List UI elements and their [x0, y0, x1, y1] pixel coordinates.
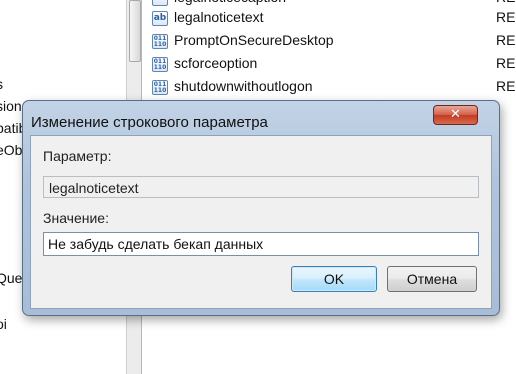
value-type: REG_: [496, 32, 516, 48]
param-label: Параметр:: [43, 148, 112, 164]
binary-value-icon: 011 110: [152, 57, 168, 72]
value-name: legalnoticecaption: [174, 0, 286, 5]
value-row[interactable]: 011110 scforceoption REG_: [152, 54, 516, 76]
dialog-client-area: Параметр: legalnoticetext Значение: OK О…: [30, 135, 492, 309]
string-value-icon: ab: [152, 11, 168, 26]
param-name-field: legalnoticetext: [43, 176, 479, 198]
tree-item[interactable]: eOb: [0, 142, 22, 158]
edit-string-dialog: Изменение строкового параметра ✕ Парамет…: [22, 100, 500, 316]
value-type: REG_: [496, 0, 516, 5]
value-label: Значение:: [43, 210, 109, 226]
value-type: REG_: [496, 9, 516, 25]
binary-value-icon: 011 110: [152, 80, 168, 95]
string-value-icon: ab: [152, 0, 168, 6]
value-type: REG_: [496, 55, 516, 71]
value-name: shutdownwithoutlogon: [174, 78, 313, 94]
dialog-title: Изменение строкового параметра: [31, 114, 268, 131]
tree-item[interactable]: s: [0, 76, 3, 92]
binary-value-icon: 011 110: [152, 34, 168, 49]
value-row[interactable]: 011110 PromptOnSecureDesktop REG_: [152, 31, 516, 53]
value-data-input[interactable]: [43, 232, 479, 256]
close-icon: ✕: [450, 107, 461, 122]
value-name: scforceoption: [174, 55, 258, 71]
value-row[interactable]: 011110 shutdownwithoutlogon REG_: [152, 77, 516, 99]
value-name: legalnoticetext: [174, 9, 264, 25]
cancel-button[interactable]: Отмена: [387, 266, 477, 292]
tree-item[interactable]: oi: [0, 316, 7, 332]
ok-button[interactable]: OK: [291, 266, 377, 292]
value-name: PromptOnSecureDesktop: [174, 32, 334, 48]
value-type: REG_: [496, 78, 516, 94]
scrollbar-thumb[interactable]: [129, 0, 141, 62]
close-button[interactable]: ✕: [433, 105, 478, 125]
tree-item[interactable]: Que: [0, 270, 22, 286]
value-row[interactable]: ab legalnoticetext REG_: [152, 8, 516, 30]
